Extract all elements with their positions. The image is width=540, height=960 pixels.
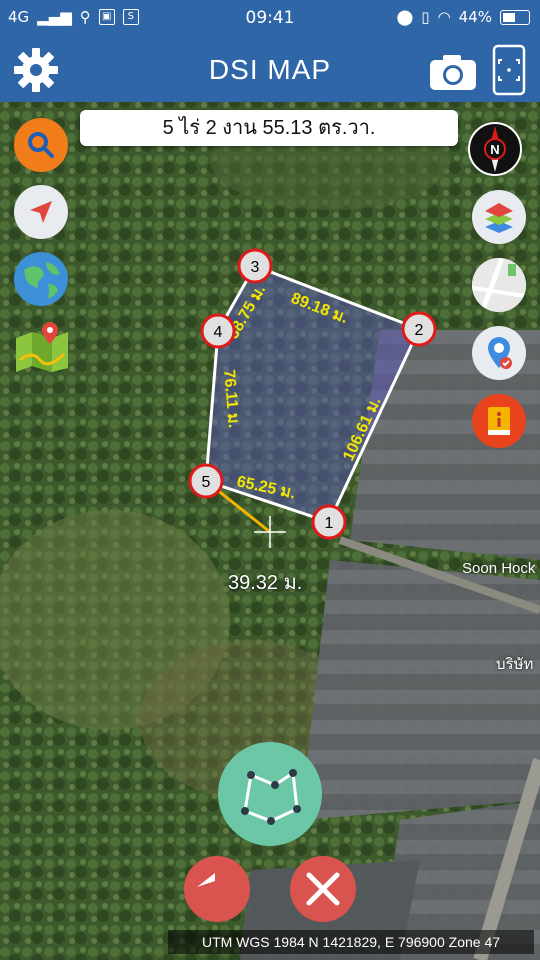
location-check-button[interactable] (472, 326, 526, 380)
globe-button[interactable] (14, 252, 68, 306)
vertex-label: 3 (251, 259, 260, 276)
vertex-5[interactable]: 5 (188, 463, 224, 499)
vertex-label: 4 (214, 324, 223, 341)
layers-button[interactable] (472, 190, 526, 244)
vibrate-icon: ▯ (421, 8, 430, 26)
map-thumbnail-icon (472, 258, 526, 312)
layers-icon (485, 203, 513, 233)
camera-icon[interactable] (428, 52, 478, 92)
wifi-icon: ◠ (437, 8, 451, 26)
vertex-label: 5 (202, 474, 211, 491)
vertex-label: 1 (325, 515, 334, 532)
draw-polygon-button[interactable] (218, 742, 322, 846)
search-button[interactable] (14, 118, 68, 172)
utm-coordinate-readout: UTM WGS 1984 N 1421829, E 796900 Zone 47 (168, 930, 534, 954)
status-right-icons: ⬤ ▯ ◠ 44% (396, 8, 530, 26)
app-bar: DSI MAP (0, 36, 540, 102)
svg-text:N: N (490, 142, 499, 157)
undo-icon (197, 873, 215, 887)
cursor-distance-label: 39.32 ม. (228, 572, 303, 594)
location-check-icon (488, 337, 512, 369)
close-icon (306, 872, 340, 906)
navigate-button[interactable] (14, 185, 68, 239)
info-book-button[interactable] (472, 394, 526, 448)
vertex-label: 2 (415, 322, 424, 339)
location-icon: ⬤ (396, 8, 414, 26)
polygon-draw-icon (241, 769, 301, 825)
map-pin-icon (16, 322, 68, 372)
map-place-label: Soon Hock (462, 560, 536, 577)
compass-icon: N (468, 122, 522, 176)
phone-frame-icon[interactable] (492, 44, 526, 96)
cancel-button[interactable] (290, 856, 356, 922)
info-book-icon (488, 407, 510, 435)
map-thumbnail-button[interactable] (472, 258, 526, 312)
undo-button[interactable] (184, 856, 250, 922)
vertex-1[interactable]: 1 (311, 504, 347, 540)
compass-button[interactable]: N (466, 120, 524, 178)
vertex-4[interactable]: 4 (200, 313, 236, 349)
navigate-arrow-icon (30, 201, 52, 223)
area-display: 5 ไร่ 2 งาน 55.13 ตร.วา. (80, 110, 458, 146)
search-icon (28, 132, 54, 158)
vertex-2[interactable]: 2 (401, 311, 437, 347)
vertex-3[interactable]: 3 (237, 248, 273, 284)
battery-icon (500, 9, 530, 25)
globe-icon (15, 253, 67, 305)
status-bar: 4G ▂▄▆ ⚲ ▣ S 09:41 ⬤ ▯ ◠ 44% (0, 0, 540, 36)
map-place-label-thai: บริษัท (496, 656, 534, 673)
battery-percent: 44% (458, 8, 492, 26)
map-pin-button[interactable] (14, 320, 70, 372)
